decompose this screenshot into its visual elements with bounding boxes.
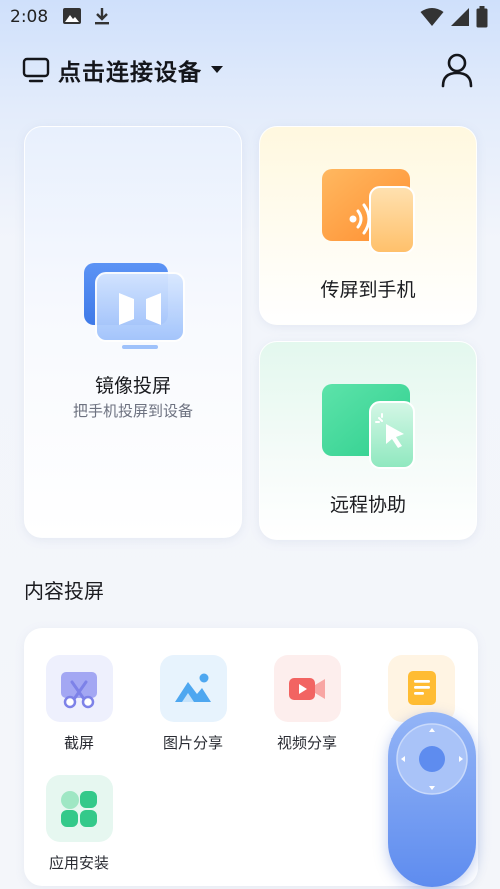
image-notification-icon — [63, 8, 81, 24]
mirror-cast-subtitle: 把手机投屏到设备 — [72, 402, 193, 420]
caret-down-icon — [211, 66, 223, 73]
content-cast-section-title: 内容投屏 — [24, 579, 104, 603]
dpad-icon — [396, 723, 468, 795]
screenshot-label: 截屏 — [63, 734, 94, 752]
cast-to-phone-title: 传屏到手机 — [320, 279, 416, 301]
mirror-screen-icon — [84, 263, 185, 349]
status-bar: 2:08 — [0, 0, 500, 36]
video-share-tile[interactable]: 视频分享 — [261, 655, 353, 753]
signal-icon — [451, 8, 469, 26]
remote-assist-title: 远程协助 — [329, 494, 406, 516]
wifi-icon — [420, 8, 444, 26]
cast-to-phone-card[interactable]: 传屏到手机 — [259, 126, 477, 325]
cast-to-phone-icon — [322, 169, 415, 254]
profile-button[interactable] — [440, 52, 474, 88]
download-icon — [95, 8, 109, 25]
image-share-tile[interactable]: 图片分享 — [147, 655, 239, 753]
user-icon — [441, 53, 473, 88]
status-time: 2:08 — [10, 7, 49, 27]
scissors-icon — [61, 671, 97, 708]
app-install-tile[interactable]: 应用安装 — [33, 775, 125, 873]
remote-assist-card[interactable]: 远程协助 — [259, 341, 477, 540]
video-icon — [289, 677, 325, 700]
remote-control-button[interactable] — [388, 712, 476, 887]
document-icon — [408, 670, 436, 705]
device-label: 点击连接设备 — [58, 60, 202, 86]
video-share-label: 视频分享 — [276, 734, 337, 752]
screenshot-tile[interactable]: 截屏 — [33, 655, 125, 753]
header: 点击连接设备 — [0, 50, 500, 90]
image-icon — [175, 673, 211, 702]
battery-icon — [476, 6, 488, 28]
monitor-icon — [22, 57, 50, 83]
mirror-cast-title: 镜像投屏 — [94, 375, 171, 397]
image-share-label: 图片分享 — [162, 734, 223, 752]
connect-device-button[interactable]: 点击连接设备 — [22, 50, 224, 90]
mirror-cast-card[interactable]: 镜像投屏 把手机投屏到设备 — [24, 126, 242, 538]
app-install-label: 应用安装 — [48, 854, 109, 872]
apps-icon — [61, 790, 97, 827]
remote-assist-icon — [322, 384, 415, 469]
